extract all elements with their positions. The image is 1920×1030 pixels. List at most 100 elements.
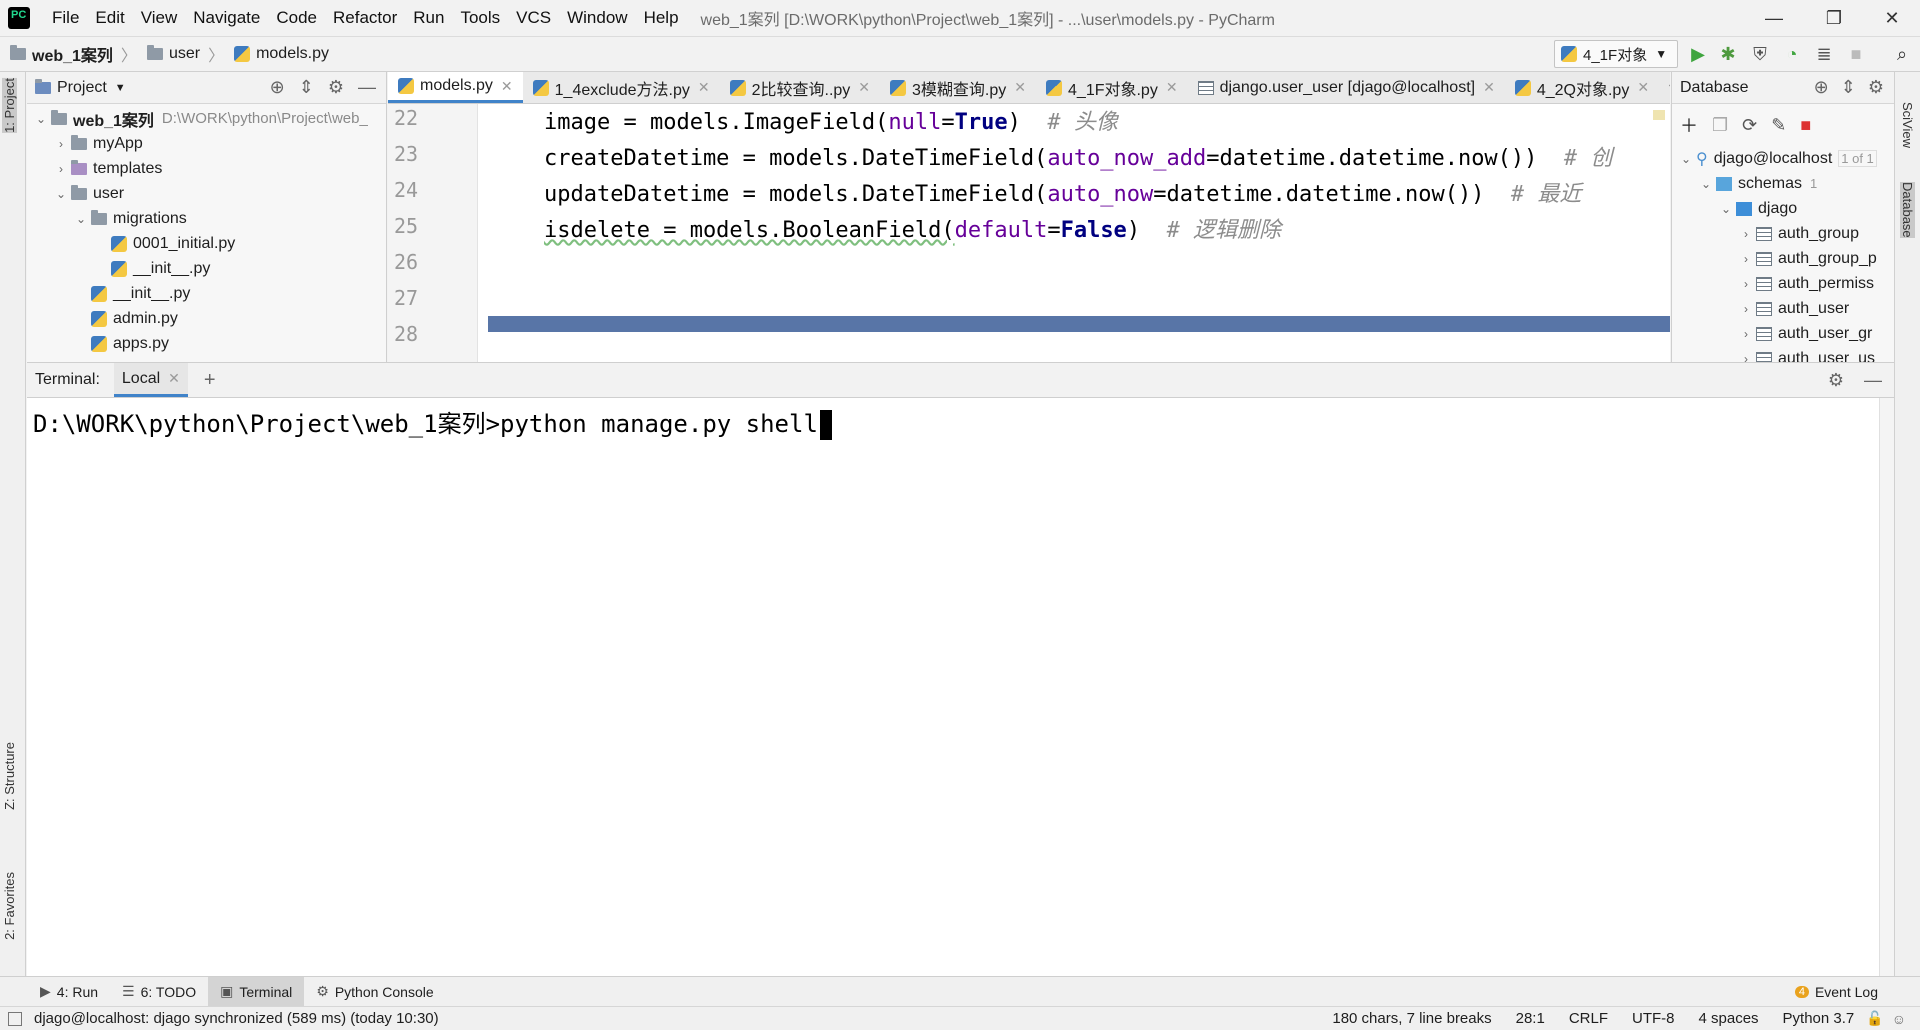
tree-item-user[interactable]: ⌄ user [27,181,386,206]
close-icon[interactable]: ✕ [168,370,180,387]
close-icon[interactable]: ✕ [858,79,870,96]
tab-f-object[interactable]: 4_1F对象.py ✕ [1036,72,1188,103]
menu-tools[interactable]: Tools [452,8,508,28]
tab-models-py[interactable]: models.py ✕ [388,72,523,103]
status-line-separator[interactable]: CRLF [1557,1010,1620,1027]
menu-vcs[interactable]: VCS [508,8,559,28]
db-schemas-node[interactable]: ⌄ schemas 1 [1672,171,1894,196]
tree-item-admin[interactable]: admin.py [27,306,386,331]
db-table[interactable]: › auth_group_p [1672,246,1894,271]
copy-icon[interactable]: ❐ [1712,115,1728,136]
hide-panel-icon[interactable]: — [1864,370,1882,391]
terminal-output[interactable]: D:\WORK\python\Project\web_1案列>python ma… [27,398,1879,976]
close-icon[interactable]: ✕ [1166,79,1178,96]
db-table[interactable]: › auth_user [1672,296,1894,321]
menu-edit[interactable]: Edit [87,8,132,28]
locate-icon[interactable]: ⊕ [1814,77,1829,98]
run-icon[interactable]: ▶ [1688,44,1708,64]
status-encoding[interactable]: UTF-8 [1620,1010,1687,1027]
gear-icon[interactable]: ⚙ [1868,77,1884,98]
tab-fuzzy-query[interactable]: 3模糊查询.py ✕ [880,72,1036,103]
add-icon[interactable]: ＋ [1680,112,1698,138]
inspector-icon[interactable]: ☺ [1892,1011,1906,1027]
tree-item-myapp[interactable]: › myApp [27,131,386,156]
project-tool-tab[interactable]: 1: Project [2,78,17,133]
breadcrumb-project[interactable]: web_1案列 [10,42,113,66]
locate-icon[interactable]: ⊕ [270,77,285,98]
collapse-all-icon[interactable]: ⇕ [299,77,314,98]
stop-icon[interactable]: ■ [1846,44,1866,64]
status-interpreter[interactable]: Python 3.7 [1771,1010,1867,1027]
code-editor[interactable]: 22 23 24 25 26 27 28 image = models.Imag… [388,104,1670,362]
tree-item-migrations-init[interactable]: __init__.py [27,256,386,281]
tab-exclude[interactable]: 1_4exclude方法.py ✕ [523,72,720,103]
db-table[interactable]: › auth_user_gr [1672,321,1894,346]
stop-icon[interactable]: ■ [1800,115,1811,136]
run-tool-button[interactable]: ▶ 4: Run [28,977,110,1007]
menu-file[interactable]: File [44,8,87,28]
tree-item-0001-initial[interactable]: 0001_initial.py [27,231,386,256]
menu-run[interactable]: Run [405,8,452,28]
sciview-tool-tab[interactable]: SciView [1900,102,1915,148]
new-terminal-button[interactable]: + [204,369,216,392]
tree-item-apps[interactable]: apps.py [27,331,386,356]
tab-django-user-table[interactable]: django.user_user [djago@localhost] ✕ [1188,72,1505,103]
menu-refactor[interactable]: Refactor [325,8,405,28]
python-console-tool-button[interactable]: ⚙ Python Console [304,977,445,1007]
refresh-icon[interactable]: ⟳ [1742,115,1757,136]
close-icon[interactable]: ✕ [1637,79,1649,96]
minimize-button[interactable]: — [1746,0,1802,36]
search-icon[interactable]: ⌕ [1892,44,1912,64]
close-icon[interactable]: ✕ [501,78,513,95]
db-connection[interactable]: ⌄ ⚲ djago@localhost 1 of 1 [1672,146,1894,171]
db-schema-djago[interactable]: ⌄ djago [1672,196,1894,221]
status-indent[interactable]: 4 spaces [1687,1010,1771,1027]
run-configuration-select[interactable]: 4_1F对象 ▼ [1554,40,1678,68]
db-table[interactable]: › auth_user_us [1672,346,1894,362]
chevron-down-icon[interactable]: ▼ [115,82,126,94]
tab-compare-query[interactable]: 2比较查询..py ✕ [720,72,880,103]
inspection-marker-icon[interactable] [1653,110,1665,120]
breadcrumb-folder[interactable]: user [146,45,200,63]
gear-icon[interactable]: ⚙ [328,77,344,98]
restore-button[interactable]: ❐ [1806,0,1862,36]
tab-overflow-button[interactable]: ▾≡ [1659,72,1670,103]
tree-item-migrations[interactable]: ⌄ migrations [27,206,386,231]
gear-icon[interactable]: ⚙ [1828,370,1844,391]
favorites-tool-tab[interactable]: 2: Favorites [2,872,17,940]
debug-icon[interactable]: ✱ [1718,44,1738,64]
collapse-all-icon[interactable]: ⇕ [1841,77,1856,98]
db-table[interactable]: › auth_permiss [1672,271,1894,296]
menu-navigate[interactable]: Navigate [185,8,268,28]
todo-tool-button[interactable]: ☰ 6: TODO [110,977,208,1007]
edit-properties-icon[interactable]: ✎ [1771,115,1786,136]
menu-help[interactable]: Help [636,8,687,28]
tree-item-templates[interactable]: › templates [27,156,386,181]
lock-icon[interactable]: 🔓 [1866,1010,1883,1027]
tree-item-user-init[interactable]: __init__.py [27,281,386,306]
close-window-button[interactable]: ✕ [1864,0,1920,36]
menu-window[interactable]: Window [559,8,635,28]
project-panel-title[interactable]: Project [57,79,107,97]
status-caret-position[interactable]: 28:1 [1504,1010,1557,1027]
status-toggle-icon[interactable] [8,1011,22,1026]
event-log-button[interactable]: 4 Event Log [1783,977,1890,1007]
breadcrumb-file[interactable]: models.py [234,45,329,63]
hide-panel-icon[interactable]: — [358,77,376,98]
tree-item-root[interactable]: ⌄ web_1案列 D:\WORK\python\Project\web_ [27,106,386,131]
menu-view[interactable]: View [133,8,186,28]
terminal-tab-local[interactable]: Local ✕ [113,363,188,397]
structure-tool-tab[interactable]: Z: Structure [2,742,17,810]
concurrency-icon[interactable]: ≣ [1814,44,1834,64]
menu-code[interactable]: Code [268,8,325,28]
coverage-icon[interactable]: ⛨ [1750,44,1770,64]
db-table[interactable]: › auth_group [1672,221,1894,246]
close-icon[interactable]: ✕ [1014,79,1026,96]
terminal-scrollbar[interactable] [1879,398,1894,976]
profile-icon[interactable]: ◔ [1782,44,1802,64]
database-tool-tab[interactable]: Database [1900,182,1915,238]
close-icon[interactable]: ✕ [698,79,710,96]
close-icon[interactable]: ✕ [1483,79,1495,96]
tab-q-object[interactable]: 4_2Q对象.py ✕ [1505,72,1659,103]
terminal-tool-button[interactable]: ▣ Terminal [208,976,305,1007]
